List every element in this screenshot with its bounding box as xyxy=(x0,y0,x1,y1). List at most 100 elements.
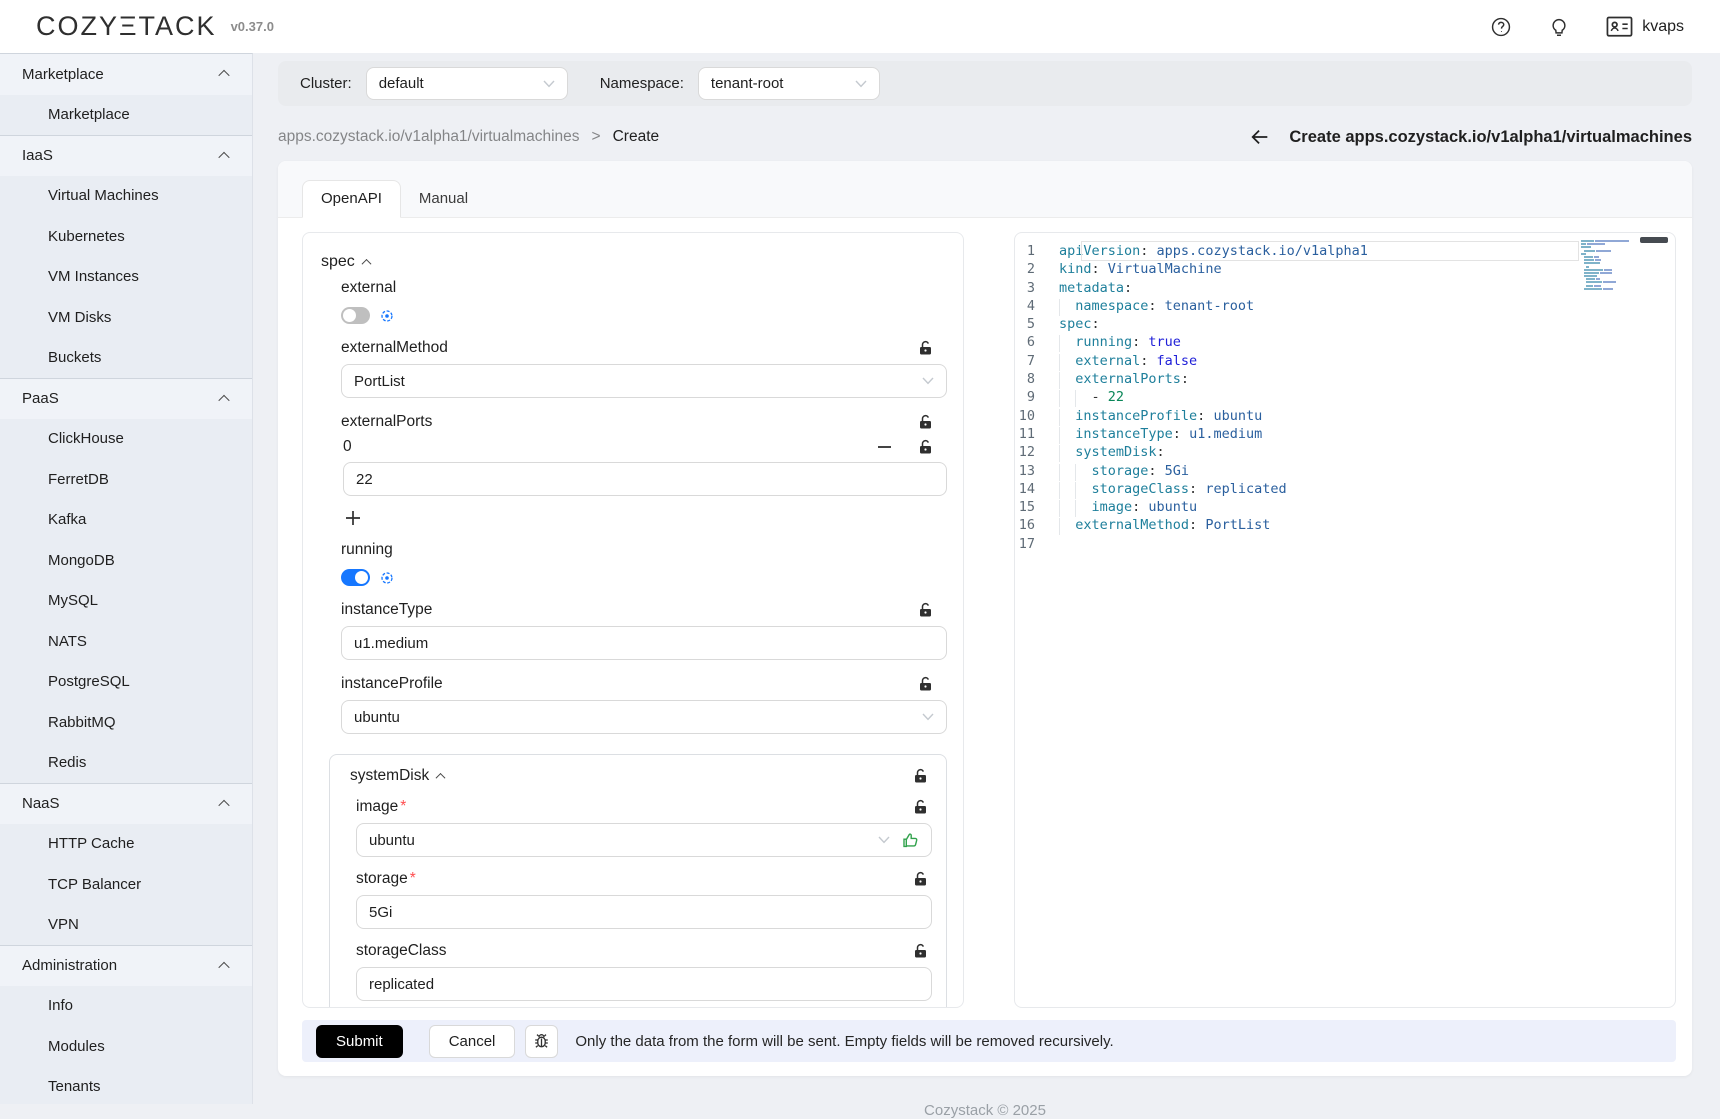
running-toggle[interactable] xyxy=(341,569,370,586)
id-card-icon xyxy=(1606,16,1633,38)
storage-input[interactable]: 5Gi xyxy=(356,895,932,929)
sidebar-item-vpn[interactable]: VPN xyxy=(0,905,252,946)
sidebar-section-label: Administration xyxy=(22,957,117,974)
unlock-icon[interactable] xyxy=(918,602,933,618)
sidebar-item-vm-instances[interactable]: VM Instances xyxy=(0,257,252,298)
systemDisk-group: systemDisk image* xyxy=(329,754,947,1008)
breadcrumb-resource-link[interactable]: apps.cozystack.io/v1alpha1/virtualmachin… xyxy=(278,128,580,146)
debug-button[interactable] xyxy=(525,1025,558,1058)
sidebar-section-marketplace[interactable]: Marketplace xyxy=(0,54,252,95)
sidebar-item-rabbitmq[interactable]: RabbitMQ xyxy=(0,702,252,743)
code-line: 10instanceProfile: ubuntu xyxy=(1015,407,1675,425)
tab-openapi[interactable]: OpenAPI xyxy=(302,180,401,218)
namespace-label: Namespace: xyxy=(600,75,684,92)
chevron-up-icon xyxy=(218,800,229,811)
unlock-icon[interactable] xyxy=(913,871,928,887)
unlock-icon[interactable] xyxy=(918,340,933,356)
user-menu[interactable]: kvaps xyxy=(1606,16,1684,38)
code-line: 15image: ubuntu xyxy=(1015,498,1675,516)
line-number: 15 xyxy=(1015,498,1059,516)
cluster-select[interactable]: default xyxy=(366,67,568,100)
sidebar-item-postgresql[interactable]: PostgreSQL xyxy=(0,662,252,703)
app-version: v0.37.0 xyxy=(231,19,274,34)
line-number: 5 xyxy=(1015,315,1059,333)
remove-item-icon[interactable] xyxy=(877,445,892,449)
sidebar-item-tenants[interactable]: Tenants xyxy=(0,1067,252,1105)
code-text: storage: 5Gi xyxy=(1059,462,1675,480)
storageClass-input[interactable]: replicated xyxy=(356,967,932,1001)
namespace-select[interactable]: tenant-root xyxy=(698,67,880,100)
sidebar-item-modules[interactable]: Modules xyxy=(0,1026,252,1067)
sidebar-item-marketplace[interactable]: Marketplace xyxy=(0,95,252,136)
chevron-down-icon xyxy=(543,80,555,88)
sidebar-item-mysql[interactable]: MySQL xyxy=(0,581,252,622)
page-title: Create apps.cozystack.io/v1alpha1/virtua… xyxy=(1289,128,1692,147)
sidebar-item-tcp-balancer[interactable]: TCP Balancer xyxy=(0,864,252,905)
externalPorts-item-input[interactable]: 22 xyxy=(343,462,947,496)
back-arrow-icon[interactable] xyxy=(1249,126,1271,148)
code-line: 9- 22 xyxy=(1015,388,1675,406)
bug-icon xyxy=(533,1033,550,1050)
unlock-icon[interactable] xyxy=(918,439,933,455)
sidebar-item-kafka[interactable]: Kafka xyxy=(0,500,252,541)
sidebar-section-paas[interactable]: PaaS xyxy=(0,378,252,419)
spec-section-header: spec xyxy=(321,253,947,271)
add-item-icon[interactable] xyxy=(345,510,947,526)
thumbs-up-icon[interactable] xyxy=(902,832,919,849)
sidebar-item-nats[interactable]: NATS xyxy=(0,621,252,662)
unlock-icon[interactable] xyxy=(913,943,928,959)
code-text: apiVersion: apps.cozystack.io/v1alpha1 xyxy=(1059,242,1675,260)
sidebar-section-iaas[interactable]: IaaS xyxy=(0,135,252,176)
sidebar-item-mongodb[interactable]: MongoDB xyxy=(0,540,252,581)
instanceProfile-label: instanceProfile xyxy=(341,675,443,693)
sidebar-item-clickhouse[interactable]: ClickHouse xyxy=(0,419,252,460)
aim-icon[interactable] xyxy=(380,309,394,323)
sidebar-item-redis[interactable]: Redis xyxy=(0,743,252,784)
indent-guide xyxy=(1075,390,1091,407)
image-select[interactable]: ubuntu xyxy=(356,823,932,857)
submit-button[interactable]: Submit xyxy=(316,1025,403,1058)
code-text: systemDisk: xyxy=(1059,443,1675,461)
sidebar-item-buckets[interactable]: Buckets xyxy=(0,338,252,379)
tab-manual[interactable]: Manual xyxy=(401,181,486,217)
line-number: 9 xyxy=(1015,388,1059,406)
line-number: 2 xyxy=(1015,260,1059,278)
image-label: image xyxy=(356,798,398,816)
sidebar-item-ferretdb[interactable]: FerretDB xyxy=(0,459,252,500)
create-form-card: OpenAPI Manual spec external xyxy=(278,161,1692,1076)
sidebar-section-administration[interactable]: Administration xyxy=(0,945,252,986)
unlock-icon[interactable] xyxy=(918,414,933,430)
sidebar-item-vm-disks[interactable]: VM Disks xyxy=(0,297,252,338)
external-toggle[interactable] xyxy=(341,307,370,324)
breadcrumb-current: Create xyxy=(613,128,660,146)
code-line: 11instanceType: u1.medium xyxy=(1015,425,1675,443)
collapse-icon[interactable] xyxy=(361,258,371,268)
sidebar-section-naas[interactable]: NaaS xyxy=(0,783,252,824)
code-line: 7external: false xyxy=(1015,352,1675,370)
cluster-label: Cluster: xyxy=(300,75,352,92)
sidebar-item-info[interactable]: Info xyxy=(0,986,252,1027)
sidebar-item-http-cache[interactable]: HTTP Cache xyxy=(0,824,252,865)
sidebar: MarketplaceMarketplaceIaaSVirtual Machin… xyxy=(0,53,253,1104)
indent-guide xyxy=(1059,299,1075,316)
line-number: 8 xyxy=(1015,370,1059,388)
instanceType-input[interactable]: u1.medium xyxy=(341,626,947,660)
code-line: 6running: true xyxy=(1015,333,1675,351)
collapse-icon[interactable] xyxy=(436,772,446,782)
yaml-code-editor[interactable]: 1apiVersion: apps.cozystack.io/v1alpha12… xyxy=(1014,232,1676,1008)
externalMethod-select[interactable]: PortList xyxy=(341,364,947,398)
bulb-icon[interactable] xyxy=(1548,16,1570,38)
unlock-icon[interactable] xyxy=(918,676,933,692)
line-number: 4 xyxy=(1015,297,1059,315)
cancel-button[interactable]: Cancel xyxy=(429,1025,516,1058)
sidebar-item-virtual-machines[interactable]: Virtual Machines xyxy=(0,176,252,217)
chevron-down-icon xyxy=(922,713,934,721)
aim-icon[interactable] xyxy=(380,571,394,585)
question-circle-icon[interactable] xyxy=(1490,16,1512,38)
unlock-icon[interactable] xyxy=(913,799,928,815)
indent-guide xyxy=(1059,427,1075,444)
indent-guide xyxy=(1059,335,1075,352)
sidebar-item-kubernetes[interactable]: Kubernetes xyxy=(0,216,252,257)
unlock-icon[interactable] xyxy=(913,768,928,784)
instanceProfile-select[interactable]: ubuntu xyxy=(341,700,947,734)
